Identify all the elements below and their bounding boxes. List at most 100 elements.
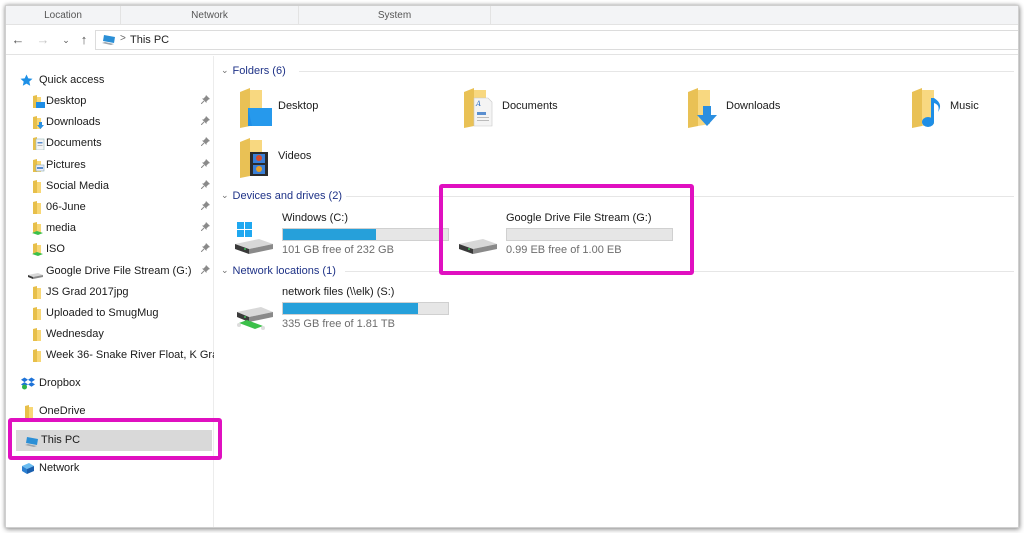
sidebar-item-label: This PC <box>41 434 81 446</box>
up-button[interactable]: ↑ <box>76 32 92 48</box>
sidebar-item-label: media <box>46 222 76 235</box>
pin-icon[interactable] <box>200 155 210 176</box>
sidebar-item-label: Downloads <box>46 116 101 129</box>
sidebar-item-dropbox[interactable]: Dropbox <box>6 373 214 394</box>
sidebar-item-iso[interactable]: ISO <box>6 239 214 260</box>
sidebar-item-documents[interactable]: Documents <box>6 133 214 154</box>
sidebar-item-desktop[interactable]: Desktop <box>6 91 214 112</box>
sidebar-item-google-drive-file-stream-g[interactable]: Google Drive File Stream (G:) <box>6 261 214 282</box>
pin-icon[interactable] <box>200 261 210 282</box>
folder-documents[interactable]: A Documents <box>462 86 682 130</box>
forward-button[interactable]: → <box>35 32 51 48</box>
documents-folder-icon: A <box>462 86 498 130</box>
downloads-folder-icon <box>686 86 722 130</box>
downloads-folder-icon <box>32 116 45 133</box>
pictures-folder-icon <box>32 158 45 176</box>
sidebar-item-network[interactable]: Network <box>6 458 214 479</box>
content-pane: ⌄ Folders (6) Desktop A Documents Downloa… <box>215 56 1018 527</box>
drive-usage-bar <box>506 228 673 241</box>
drive-name: network files (\\elk) (S:) <box>282 286 395 298</box>
sidebar-item-media[interactable]: media <box>6 218 214 239</box>
ribbon: Location Network System <box>6 6 1018 25</box>
sidebar-item-label: Pictures <box>46 158 86 171</box>
sidebar-item-this-pc[interactable]: This PC <box>16 430 212 451</box>
sidebar-item-downloads[interactable]: Downloads <box>6 112 214 133</box>
address-bar[interactable]: > This PC <box>95 30 1018 50</box>
sidebar-item-label: Wednesday <box>46 328 104 341</box>
sidebar-item-label: JS Grad 2017jpg <box>46 285 129 298</box>
pin-icon[interactable] <box>200 197 210 218</box>
desktop-folder-icon <box>32 95 45 112</box>
sidebar-item-label: Network <box>39 462 80 474</box>
drive-windows-c[interactable]: Windows (C:) 101 GB free of 232 GB <box>233 212 449 266</box>
sidebar-item-label: Social Media <box>46 179 109 192</box>
network-folder-icon <box>32 222 45 239</box>
group-header-network-locations[interactable]: ⌄ Network locations (1) <box>221 263 336 279</box>
svg-text:A: A <box>475 100 481 108</box>
sidebar-item-label: Google Drive File Stream (G:) <box>46 264 192 277</box>
chevron-down-icon: ⌄ <box>62 35 70 45</box>
navigation-pane: Quick access Desktop Downloads Documents Pi… <box>6 56 214 527</box>
sidebar-item-wednesday[interactable]: Wednesday <box>6 324 214 345</box>
sidebar-item-label: Week 36- Snake River Float, K Graduation <box>46 349 214 362</box>
chevron-down-icon: ⌄ <box>221 65 229 75</box>
sidebar-item-label: Desktop <box>46 95 87 107</box>
pin-icon[interactable] <box>200 176 210 197</box>
this-pc-icon <box>102 34 116 49</box>
sidebar-item-js-grad-2017jpg[interactable]: JS Grad 2017jpg <box>6 282 214 303</box>
dropbox-icon <box>21 377 35 394</box>
network-drive-icon <box>233 294 273 334</box>
network-icon <box>21 462 35 479</box>
desktop-folder-icon <box>238 86 274 130</box>
drive-name: Windows (C:) <box>282 212 349 224</box>
sidebar-item-label: ISO <box>46 243 65 256</box>
folder-name: Videos <box>278 150 312 162</box>
breadcrumb-separator: > <box>120 33 126 44</box>
sidebar-item-label: Dropbox <box>39 377 81 389</box>
pin-icon[interactable] <box>200 91 210 112</box>
star-icon <box>20 74 33 91</box>
group-header-devices[interactable]: ⌄ Devices and drives (2) <box>221 188 342 204</box>
recent-locations-button[interactable]: ⌄ <box>58 32 74 48</box>
drive-icon <box>457 220 497 260</box>
arrow-right-icon: → <box>36 32 50 47</box>
sidebar-item-label: OneDrive <box>39 405 86 417</box>
group-divider <box>346 196 1014 197</box>
drive-free-space: 101 GB free of 232 GB <box>282 244 394 256</box>
pin-icon[interactable] <box>200 133 210 154</box>
folder-music[interactable]: Music <box>910 86 1024 130</box>
group-header-label: Folders (6) <box>232 65 286 77</box>
sidebar-item-onedrive[interactable]: OneDrive <box>6 401 214 422</box>
sidebar-item-uploaded-to-smugmug[interactable]: Uploaded to SmugMug <box>6 303 214 324</box>
this-pc-icon <box>25 435 39 451</box>
documents-folder-icon <box>32 137 45 154</box>
folder-icon <box>24 405 34 422</box>
sidebar-item-pictures[interactable]: Pictures <box>6 155 214 176</box>
pin-icon[interactable] <box>200 239 210 260</box>
ribbon-group-system: System <box>299 6 491 25</box>
pin-icon[interactable] <box>200 218 210 239</box>
sidebar-item-quick-access[interactable]: Quick access <box>6 70 214 91</box>
group-header-folders[interactable]: ⌄ Folders (6) <box>221 63 286 79</box>
sidebar-item-week-36-snake-river-float-k-graduation[interactable]: Week 36- Snake River Float, K Graduation <box>6 345 214 366</box>
breadcrumb-this-pc[interactable]: This PC <box>130 34 169 46</box>
folder-downloads[interactable]: Downloads <box>686 86 906 130</box>
ribbon-group-network: Network <box>121 6 299 25</box>
music-folder-icon <box>910 86 946 130</box>
arrow-up-icon: ↑ <box>80 32 88 47</box>
folder-name: Music <box>950 100 979 112</box>
ribbon-group-location: Location <box>6 6 121 25</box>
folder-icon <box>32 349 42 366</box>
back-button[interactable]: ← <box>10 32 26 48</box>
folder-icon <box>32 328 42 345</box>
folder-videos[interactable]: Videos <box>238 136 458 180</box>
drive-free-space: 0.99 EB free of 1.00 EB <box>506 244 622 256</box>
group-header-label: Network locations (1) <box>232 265 336 277</box>
pin-icon[interactable] <box>200 112 210 133</box>
drive-google-drive-g[interactable]: Google Drive File Stream (G:) 0.99 EB fr… <box>457 212 673 266</box>
sidebar-item-social-media[interactable]: Social Media <box>6 176 214 197</box>
folder-desktop[interactable]: Desktop <box>238 86 458 130</box>
drive-network-files-s[interactable]: network files (\\elk) (S:) 335 GB free o… <box>233 286 449 340</box>
sidebar-item-label: Quick access <box>39 74 105 86</box>
sidebar-item-06-june[interactable]: 06-June <box>6 197 214 218</box>
